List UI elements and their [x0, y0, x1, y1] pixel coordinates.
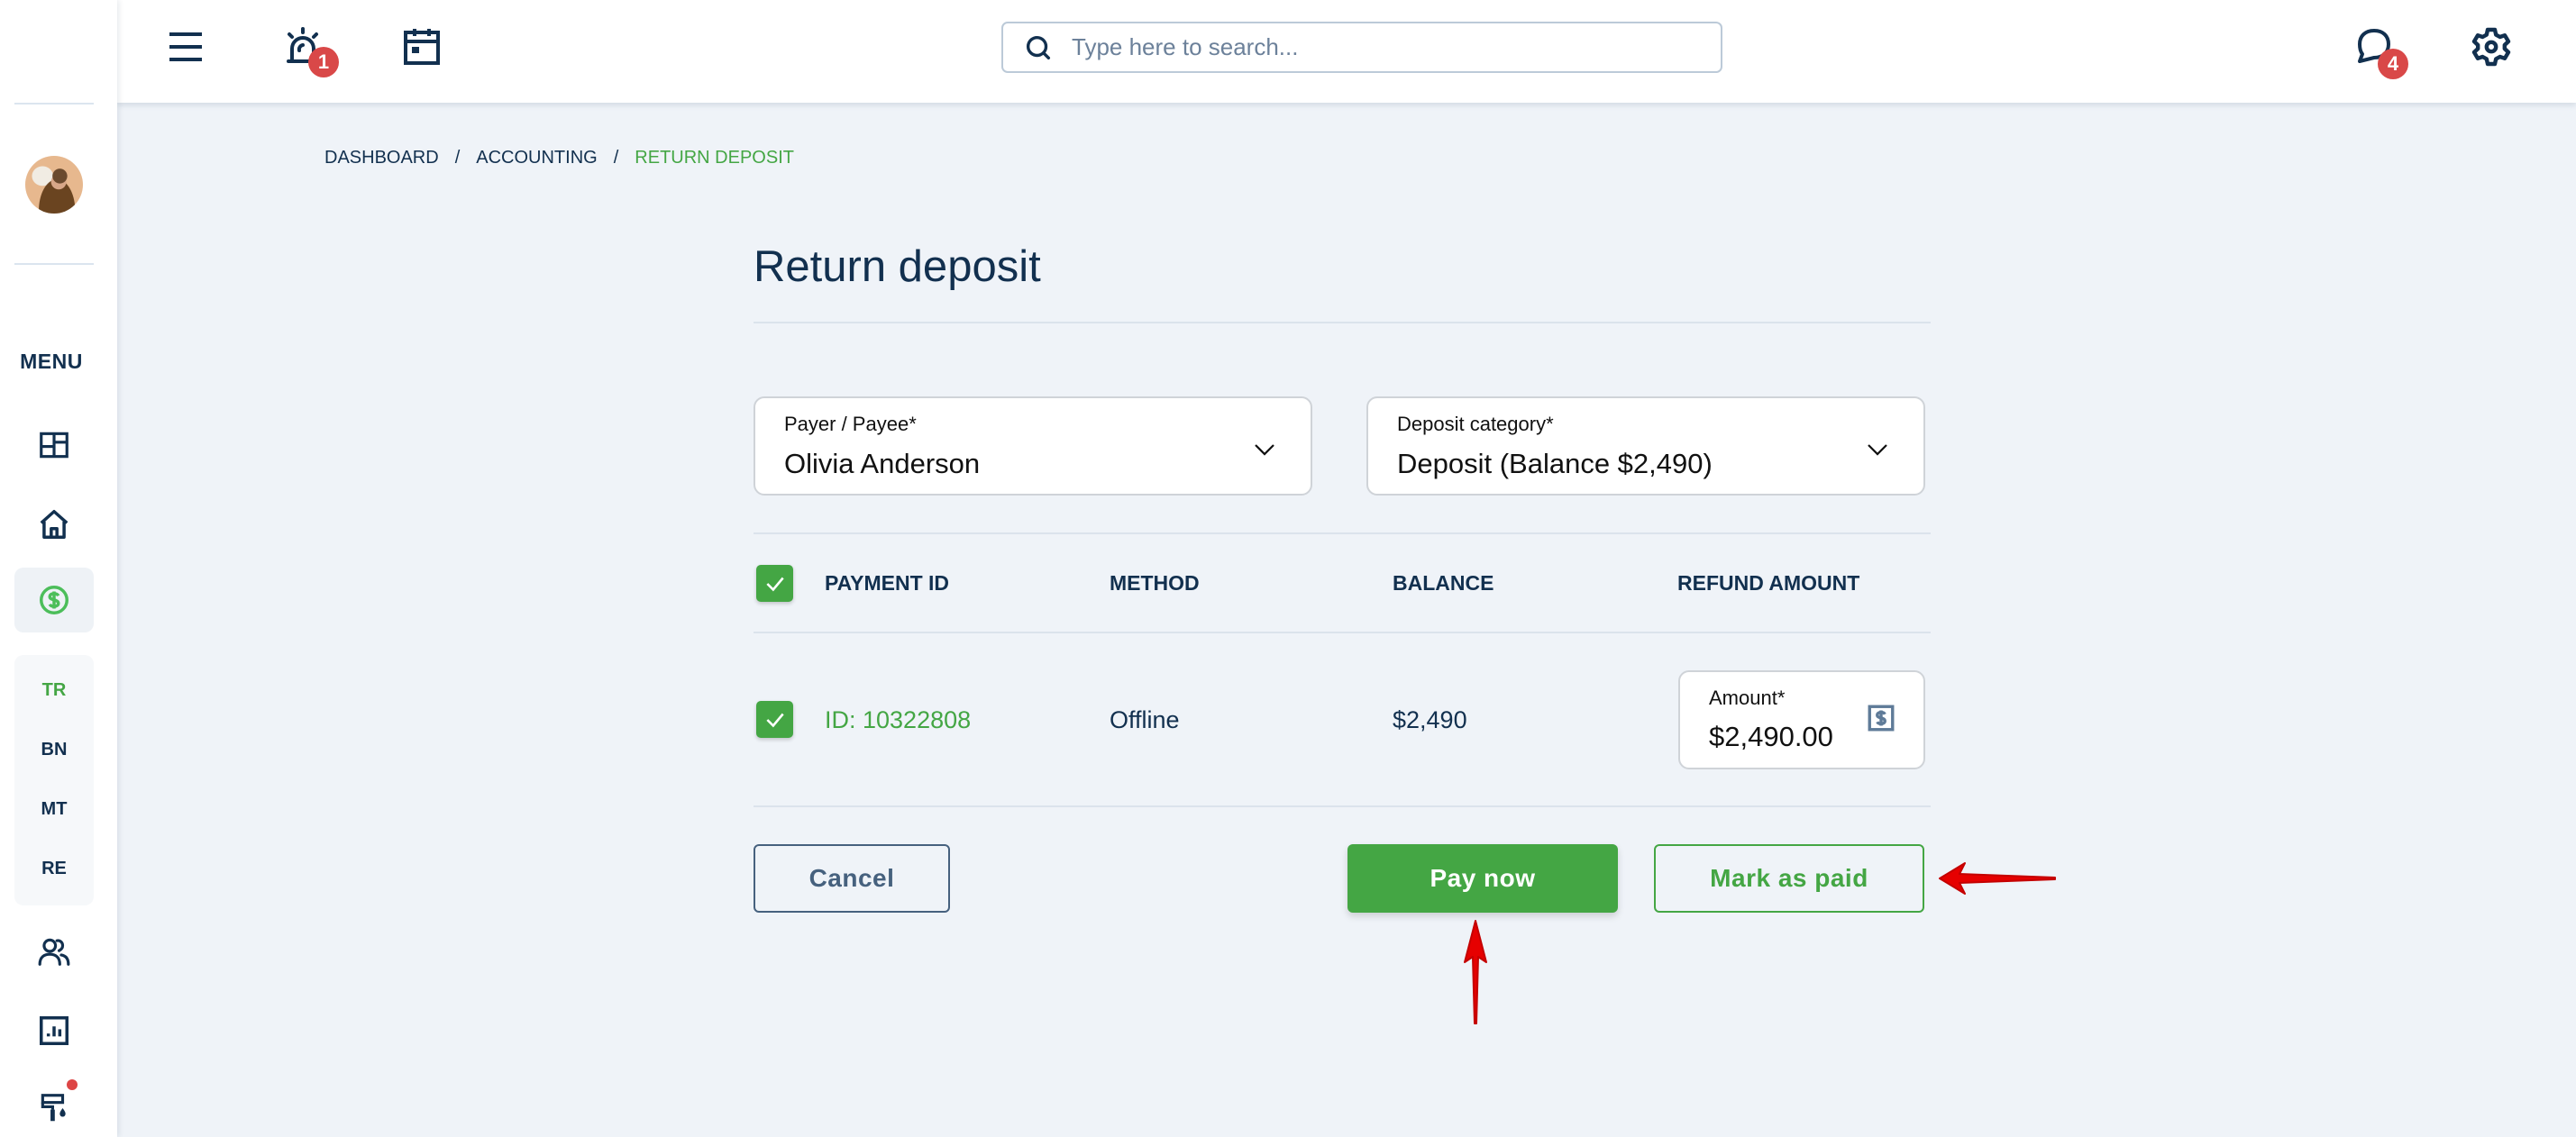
- sidebar-item-home[interactable]: [14, 492, 94, 557]
- chevron-down-icon: [1868, 444, 1887, 456]
- sidebar-item-maintenance[interactable]: [14, 1076, 94, 1137]
- dashboard-icon: [40, 432, 69, 459]
- breadcrumb-return-deposit: RETURN DEPOSIT: [635, 148, 794, 168]
- paint-roller-icon: [41, 1094, 66, 1122]
- payer-payee-label: Payer / Payee*: [784, 413, 917, 435]
- deposit-category-select[interactable]: Deposit category* Deposit (Balance $2,49…: [1366, 396, 1925, 496]
- table-bottom-border: [754, 805, 1931, 807]
- column-header-payment-id: PAYMENT ID: [825, 571, 950, 595]
- sidebar-divider: [14, 263, 94, 265]
- chart-icon: [40, 1016, 69, 1045]
- search-bar: [1001, 22, 1722, 73]
- submenu-item-tr[interactable]: TR: [14, 680, 94, 701]
- alerts-badge: 1: [308, 47, 339, 77]
- deposit-category-label: Deposit category*: [1397, 413, 1554, 435]
- hamburger-menu-icon: [169, 32, 202, 61]
- calendar-icon: [404, 29, 440, 65]
- calendar-button[interactable]: [395, 20, 449, 74]
- messages-button[interactable]: 4: [2347, 20, 2408, 79]
- home-icon: [40, 510, 69, 539]
- breadcrumb: DASHBOARD / ACCOUNTING / RETURN DEPOSIT: [324, 148, 794, 168]
- payer-payee-value: Olivia Anderson: [784, 448, 981, 479]
- chevron-down-icon: [1255, 444, 1274, 456]
- payer-payee-select[interactable]: Payer / Payee* Olivia Anderson: [754, 396, 1312, 496]
- search-icon: [1026, 35, 1051, 59]
- pay-now-button[interactable]: Pay now: [1347, 844, 1618, 913]
- table-header-border: [754, 632, 1931, 633]
- dollar-bill-icon: [1868, 705, 1895, 732]
- settings-button[interactable]: [2464, 20, 2518, 74]
- checkmark-icon: [765, 577, 784, 591]
- deposit-category-value: Deposit (Balance $2,490): [1397, 448, 1713, 479]
- column-header-balance: BALANCE: [1393, 571, 1494, 595]
- submenu-item-bn[interactable]: BN: [14, 740, 94, 760]
- sidebar-item-people[interactable]: [14, 919, 94, 984]
- payment-id-link[interactable]: ID: 10322808: [825, 706, 971, 734]
- avatar[interactable]: [25, 156, 83, 214]
- top-header: 1 4: [117, 0, 2576, 103]
- people-icon: [38, 938, 70, 966]
- breadcrumb-separator: /: [613, 148, 619, 168]
- submenu-item-re[interactable]: RE: [14, 859, 94, 879]
- mark-as-paid-button[interactable]: Mark as paid: [1654, 844, 1924, 913]
- column-header-refund-amount: REFUND AMOUNT: [1677, 571, 1860, 595]
- breadcrumb-separator: /: [454, 148, 461, 168]
- menu-label: MENU: [20, 350, 83, 373]
- refund-amount-field[interactable]: Amount*: [1678, 670, 1925, 769]
- select-all-checkbox[interactable]: [756, 565, 793, 602]
- sidebar-item-reports[interactable]: [14, 998, 94, 1063]
- accounting-submenu: TR BN MT RE: [14, 655, 94, 905]
- page-title: Return deposit: [754, 242, 1041, 291]
- annotation-arrow-left-icon: [1939, 862, 2056, 895]
- gear-icon: [2471, 27, 2511, 67]
- sidebar-item-accounting[interactable]: [14, 568, 94, 632]
- breadcrumb-dashboard[interactable]: DASHBOARD: [324, 148, 439, 168]
- search-input[interactable]: [1072, 33, 1685, 61]
- sidebar: MENU TR BN MT RE: [0, 0, 117, 1137]
- table-top-border: [754, 532, 1931, 534]
- refund-amount-input[interactable]: [1709, 721, 1844, 753]
- row-checkbox[interactable]: [756, 701, 793, 738]
- refund-amount-label: Amount*: [1709, 687, 1786, 709]
- checkmark-icon: [765, 713, 784, 727]
- annotation-arrow-up-icon: [1464, 920, 1487, 1024]
- alerts-button[interactable]: 1: [276, 20, 339, 77]
- submenu-item-mt[interactable]: MT: [14, 799, 94, 820]
- notification-dot: [67, 1079, 78, 1090]
- sidebar-item-dashboard[interactable]: [14, 413, 94, 478]
- messages-badge: 4: [2378, 49, 2408, 79]
- title-divider: [754, 322, 1931, 323]
- dollar-circle-icon: [40, 586, 69, 614]
- breadcrumb-accounting[interactable]: ACCOUNTING: [476, 148, 597, 168]
- column-header-method: METHOD: [1110, 571, 1200, 595]
- sidebar-divider: [14, 103, 94, 105]
- cancel-button[interactable]: Cancel: [754, 844, 950, 913]
- payment-method: Offline: [1110, 706, 1180, 733]
- payment-balance: $2,490: [1393, 706, 1467, 733]
- menu-toggle-button[interactable]: [159, 20, 213, 74]
